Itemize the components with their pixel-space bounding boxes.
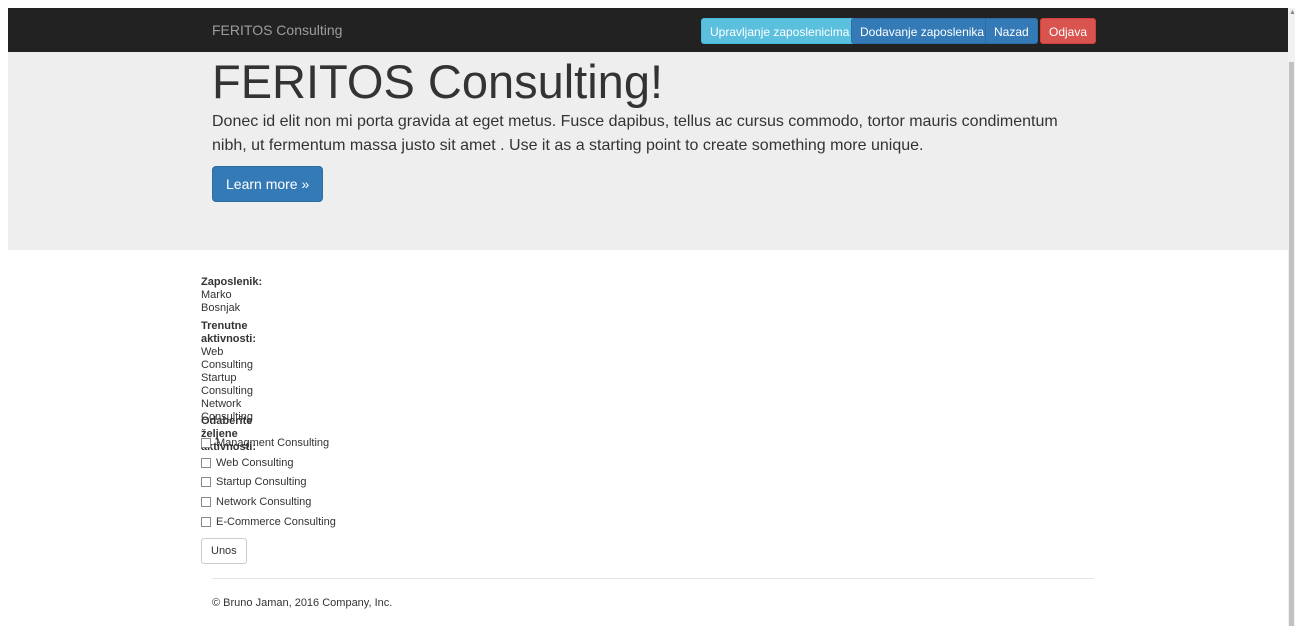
page: FERITOS Consulting Upravljanje zaposleni…	[0, 0, 1295, 626]
checkbox[interactable]	[201, 477, 211, 487]
manage-employees-button[interactable]: Upravljanje zaposlenicima	[701, 18, 859, 44]
footer-divider	[212, 578, 1094, 579]
activity-option-label: Web Consulting	[216, 456, 294, 469]
learn-more-button[interactable]: Learn more »	[212, 166, 324, 202]
employee-name: Marko Bosnjak	[201, 289, 241, 314]
activity-option[interactable]: Network Consulting	[201, 494, 311, 510]
activity-option-label: Managment Consulting	[216, 436, 330, 449]
activity-option-label: Startup Consulting	[216, 475, 307, 488]
jumbotron-text: Donec id elit non mi porta gravida at eg…	[212, 113, 1058, 154]
scroll-up-arrow-icon[interactable]: ▲	[1289, 9, 1295, 17]
checkbox[interactable]	[201, 458, 211, 468]
activity-option[interactable]: Managment Consulting	[201, 435, 329, 451]
add-employee-button[interactable]: Dodavanje zaposlenika	[851, 18, 994, 44]
checkbox[interactable]	[201, 497, 211, 507]
current-activities-label: Trenutne aktivnosti:	[201, 320, 257, 345]
logout-button[interactable]: Odjava	[1040, 18, 1097, 44]
jumbotron-title: FERITOS Consulting!	[212, 55, 664, 108]
employee-label: Zaposlenik:	[201, 276, 263, 288]
activity-option[interactable]: Web Consulting	[201, 455, 293, 471]
current-activities-section: Trenutne aktivnosti: Web Consulting Star…	[201, 320, 256, 424]
navbar-brand[interactable]: FERITOS Consulting	[212, 22, 342, 38]
footer-text: © Bruno Jaman, 2016 Company, Inc.	[212, 597, 393, 609]
submit-button[interactable]: Unos	[201, 538, 247, 564]
activity-option[interactable]: Startup Consulting	[201, 474, 307, 490]
current-activity-item: Startup Consulting	[201, 372, 253, 397]
current-activity-item: Web Consulting	[201, 346, 253, 371]
top-navbar: FERITOS Consulting Upravljanje zaposleni…	[8, 8, 1288, 52]
activity-option[interactable]: E-Commerce Consulting	[201, 514, 336, 530]
scrollbar-thumb[interactable]	[1289, 62, 1294, 626]
activity-option-label: E-Commerce Consulting	[216, 515, 336, 528]
activity-option-label: Network Consulting	[216, 495, 312, 508]
employee-section: Zaposlenik: Marko Bosnjak	[201, 276, 262, 315]
checkbox[interactable]	[201, 517, 211, 527]
checkbox[interactable]	[201, 438, 211, 448]
back-button[interactable]: Nazad	[985, 18, 1038, 44]
jumbotron: FERITOS Consulting! Donec id elit non mi…	[8, 52, 1288, 250]
